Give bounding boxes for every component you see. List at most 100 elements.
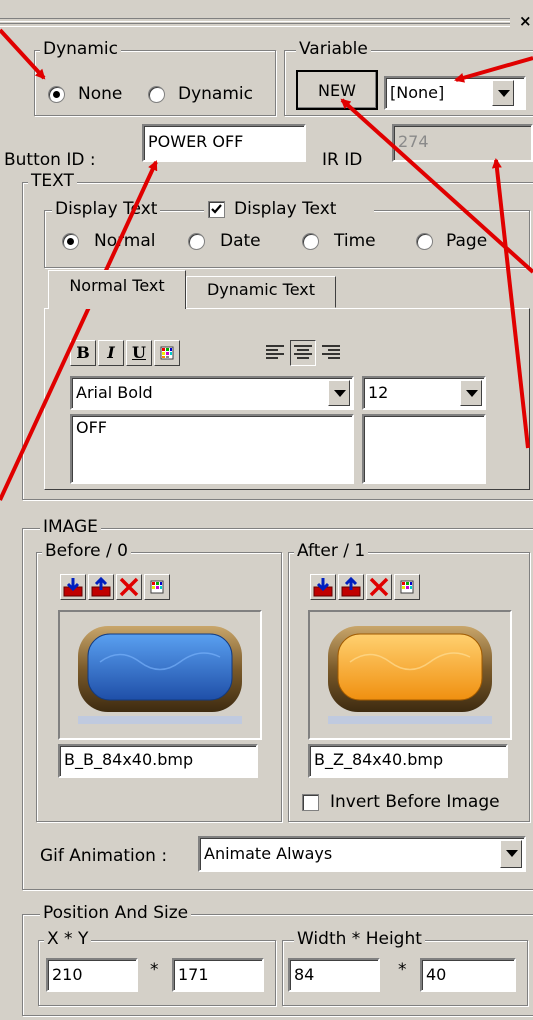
after-button-image — [328, 626, 492, 724]
button-id-label: Button ID : — [4, 150, 96, 170]
delete-icon — [119, 577, 139, 597]
import-icon — [313, 578, 333, 597]
text-color-preview[interactable] — [362, 414, 486, 484]
panel-title-bar: × — [0, 0, 533, 34]
italic-label: I — [107, 343, 115, 362]
text-color-button[interactable] — [154, 340, 180, 366]
gif-dropdown-arrow[interactable] — [500, 840, 522, 868]
align-left-icon — [266, 345, 284, 359]
font-select[interactable]: Arial Bold — [70, 376, 354, 410]
color-palette-icon — [160, 346, 174, 360]
import-icon — [63, 578, 83, 597]
font-dropdown-arrow[interactable] — [328, 380, 350, 406]
size-select-value: 12 — [368, 383, 389, 402]
before-color-button[interactable] — [144, 574, 170, 600]
tab-dynamic-text[interactable]: Dynamic Text — [186, 276, 336, 308]
width-value: 84 — [294, 965, 315, 984]
mode-date-label: Date — [220, 231, 261, 251]
dynamic-dynamic-radio[interactable] — [148, 86, 165, 103]
gif-animation-select[interactable]: Animate Always — [198, 836, 526, 872]
gif-animation-label: Gif Animation : — [40, 846, 168, 866]
text-content-value: OFF — [76, 418, 107, 437]
before-export-button[interactable] — [88, 574, 114, 600]
size-dropdown-arrow[interactable] — [460, 380, 482, 406]
mode-normal-radio[interactable] — [62, 233, 79, 250]
after-import-button[interactable] — [310, 574, 336, 600]
underline-label: U — [132, 343, 146, 362]
tab-dynamic-text-label: Dynamic Text — [206, 280, 315, 299]
x-input[interactable]: 210 — [46, 958, 138, 992]
variable-select-value: [None] — [390, 83, 445, 102]
align-right-button[interactable] — [318, 340, 344, 366]
italic-button[interactable]: I — [98, 340, 124, 366]
ir-id-label: IR ID — [322, 150, 363, 170]
color-palette-icon — [400, 580, 414, 594]
mode-date-radio[interactable] — [188, 233, 205, 250]
display-text-legend: Display Text — [52, 200, 161, 218]
bold-label: B — [76, 343, 90, 362]
variable-legend: Variable — [296, 40, 371, 58]
tab-normal-text[interactable]: Normal Text — [48, 270, 186, 309]
align-left-button[interactable] — [262, 340, 288, 366]
dynamic-legend: Dynamic — [40, 40, 121, 58]
display-text-checkbox-wrap[interactable]: Display Text — [204, 198, 374, 222]
ir-id-value: 274 — [398, 132, 429, 151]
width-input[interactable]: 84 — [288, 958, 380, 992]
image-legend: IMAGE — [40, 518, 101, 536]
after-filename: B_Z_84x40.bmp — [308, 744, 508, 778]
after-delete-button[interactable] — [366, 574, 392, 600]
delete-icon — [369, 577, 389, 597]
underline-button[interactable]: U — [126, 340, 152, 366]
dynamic-group — [34, 50, 276, 116]
dynamic-none-label: None — [78, 84, 123, 104]
xy-legend: X * Y — [44, 930, 92, 948]
after-filename-value: B_Z_84x40.bmp — [314, 750, 444, 769]
display-text-checkbox[interactable] — [208, 201, 225, 218]
close-icon[interactable]: × — [519, 12, 532, 30]
text-content-area[interactable]: OFF — [70, 414, 354, 484]
display-text-check-label: Display Text — [234, 199, 337, 219]
invert-before-label: Invert Before Image — [330, 792, 500, 812]
bold-button[interactable]: B — [70, 340, 96, 366]
wh-separator: * — [398, 960, 407, 980]
font-select-value: Arial Bold — [76, 383, 153, 402]
align-center-icon — [294, 345, 312, 359]
mode-time-radio[interactable] — [302, 233, 319, 250]
variable-new-button[interactable]: NEW — [296, 70, 378, 110]
y-input[interactable]: 171 — [172, 958, 264, 992]
color-palette-icon — [150, 580, 164, 594]
mode-page-radio[interactable] — [416, 233, 433, 250]
wh-legend: Width * Height — [294, 930, 425, 948]
export-icon — [91, 576, 111, 597]
before-image-preview — [58, 610, 262, 740]
button-id-value: POWER OFF — [148, 132, 244, 151]
mode-time-label: Time — [334, 231, 376, 251]
height-value: 40 — [426, 965, 447, 984]
variable-new-label: NEW — [318, 81, 356, 100]
button-id-input[interactable]: POWER OFF — [142, 124, 306, 162]
height-input[interactable]: 40 — [420, 958, 516, 992]
xy-separator: * — [150, 960, 159, 980]
after-image-preview — [308, 610, 512, 740]
dynamic-none-radio[interactable] — [48, 86, 65, 103]
y-value: 171 — [178, 965, 209, 984]
before-delete-button[interactable] — [116, 574, 142, 600]
mode-page-label: Page — [446, 231, 488, 251]
before-legend: Before / 0 — [42, 542, 131, 560]
x-value: 210 — [52, 965, 83, 984]
dynamic-dynamic-label: Dynamic — [178, 84, 253, 104]
before-import-button[interactable] — [60, 574, 86, 600]
text-legend: TEXT — [28, 172, 77, 190]
after-color-button[interactable] — [394, 574, 420, 600]
gif-animation-value: Animate Always — [204, 844, 333, 863]
before-filename: B_B_84x40.bmp — [58, 744, 258, 778]
after-export-button[interactable] — [338, 574, 364, 600]
mode-normal-label: Normal — [94, 231, 156, 251]
align-center-button[interactable] — [290, 340, 316, 366]
invert-before-checkbox[interactable] — [302, 794, 319, 811]
tab-normal-text-label: Normal Text — [69, 276, 165, 295]
position-size-legend: Position And Size — [40, 904, 192, 922]
export-icon — [341, 576, 361, 597]
variable-dropdown-arrow[interactable] — [492, 80, 514, 106]
align-right-icon — [322, 345, 340, 359]
